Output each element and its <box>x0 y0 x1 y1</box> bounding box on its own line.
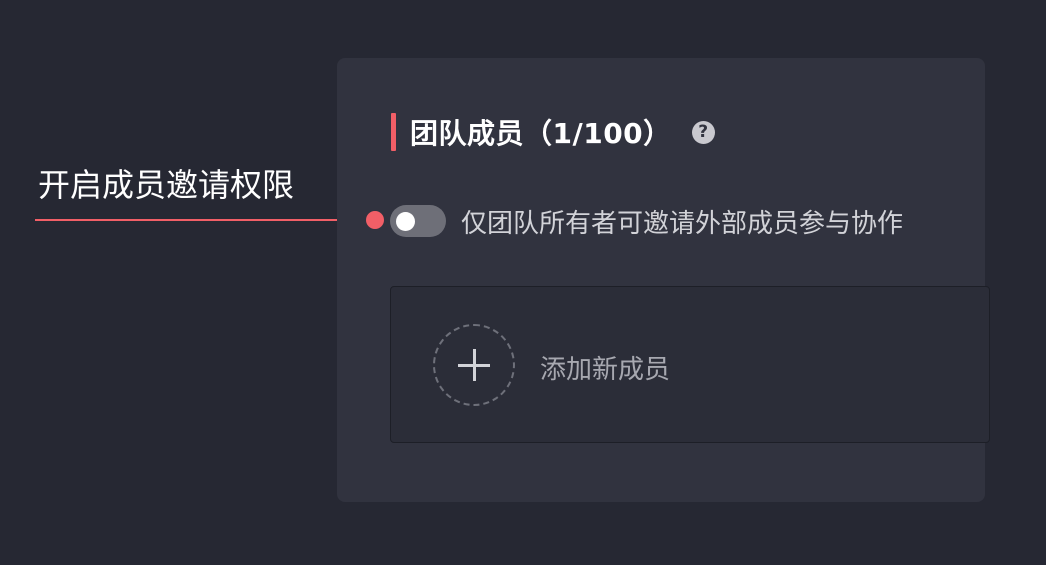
add-member-card[interactable]: 添加新成员 <box>390 286 990 443</box>
invite-permission-label: 仅团队所有者可邀请外部成员参与协作 <box>461 208 904 239</box>
team-members-panel: 团队成员（1/100） ? 仅团队所有者可邀请外部成员参与协作 添加新成员 <box>337 58 990 502</box>
panel-title: 团队成员（1/100） <box>410 117 672 150</box>
annotation-line <box>35 219 375 221</box>
toggle-knob <box>396 212 415 231</box>
invite-permission-toggle[interactable] <box>390 205 446 237</box>
panel-header: 团队成员（1/100） ? <box>391 113 715 151</box>
title-accent-bar <box>391 113 396 151</box>
plus-icon[interactable] <box>433 324 515 406</box>
annotation-dot <box>366 211 384 229</box>
annotation-label: 开启成员邀请权限 <box>38 166 295 204</box>
add-member-label[interactable]: 添加新成员 <box>540 349 670 386</box>
help-icon[interactable]: ? <box>691 120 715 144</box>
invite-permission-row: 仅团队所有者可邀请外部成员参与协作 <box>390 201 903 241</box>
